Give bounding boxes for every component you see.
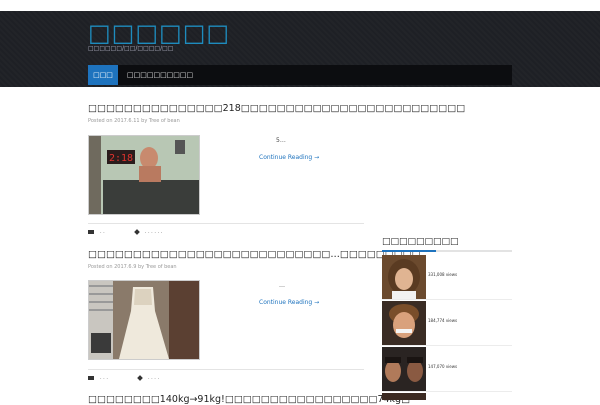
site-tagline: □□□□□□/□□/□□□□/□□ [88, 45, 174, 52]
post-thumbnail[interactable] [88, 280, 200, 360]
post-meta: Posted on 2017.6.11 by Tree of bean [88, 118, 180, 124]
post-divider [88, 369, 364, 370]
post-excerpt: 5… [276, 137, 286, 144]
top-strip [0, 0, 600, 11]
popular-post-thumbnail[interactable] [382, 301, 426, 345]
popular-post-views: 147,070 views [428, 364, 458, 369]
popular-post-separator [382, 299, 512, 300]
post-footer-meta: . . . . . . . [88, 374, 159, 383]
post-title[interactable]: □□□□□□□□□□□□□□□□□□□□□□□□□□□…□□□□□□□□□ [88, 249, 421, 260]
post-meta: Posted on 2017.6.9 by Tree of bean [88, 264, 177, 270]
popular-posts-title: □□□□□□□□□ [382, 237, 459, 247]
svg-text:2:18: 2:18 [109, 153, 133, 164]
continue-reading-link[interactable]: Continue Reading → [259, 154, 319, 161]
post-footer-meta: . . . . . . . . [88, 228, 162, 237]
tag-icon [133, 228, 140, 235]
post-thumbnail-image [89, 281, 199, 359]
post-divider [88, 223, 364, 224]
post-thumbnail[interactable]: 2:18 [88, 135, 200, 215]
popular-post-thumbnail[interactable] [382, 393, 426, 400]
nav-item-home[interactable]: □□□ [88, 65, 118, 85]
popular-post-thumbnail[interactable] [382, 347, 426, 391]
popular-post-separator [382, 391, 512, 392]
popular-post-image [382, 301, 426, 345]
popular-post-thumbnail[interactable] [382, 255, 426, 299]
popular-post-item[interactable]: 184,774 views [382, 301, 512, 345]
tag-icon [137, 374, 143, 381]
folder-icon [88, 229, 94, 234]
popular-post-views: 184,774 views [428, 318, 458, 323]
nav-item-category[interactable]: □□□□□□□□□□ [127, 65, 193, 85]
widget-underline-accent [382, 250, 436, 252]
site-title[interactable]: □□□□□□ [88, 19, 230, 47]
continue-reading-link[interactable]: Continue Reading → [259, 299, 319, 306]
post-tags[interactable]: . . . . . . [145, 229, 162, 235]
popular-post-separator [382, 345, 512, 346]
popular-post-item[interactable]: 331,008 views [382, 255, 512, 299]
post-tags[interactable]: . . . . [148, 375, 159, 381]
main-nav: □□□ □□□□□□□□□□ [88, 65, 512, 85]
popular-post-item-partial[interactable] [382, 393, 512, 400]
popular-post-image [382, 255, 426, 299]
post-categories[interactable]: . . [100, 229, 105, 235]
popular-post-image [382, 347, 426, 391]
site-header: □□□□□□ □□□□□□/□□/□□□□/□□ □□□ □□□□□□□□□□ [0, 11, 600, 87]
post-excerpt: … [279, 282, 285, 289]
popular-post-item[interactable]: 147,070 views [382, 347, 512, 391]
folder-icon [88, 375, 94, 380]
popular-post-views: 331,008 views [428, 272, 458, 277]
post-categories[interactable]: . . . [100, 375, 108, 381]
post-thumbnail-image: 2:18 [89, 136, 199, 214]
post-title[interactable]: □□□□□□□□□□□□□□□218□□□□□□□□□□□□□□□□□□□□□□… [88, 103, 465, 114]
